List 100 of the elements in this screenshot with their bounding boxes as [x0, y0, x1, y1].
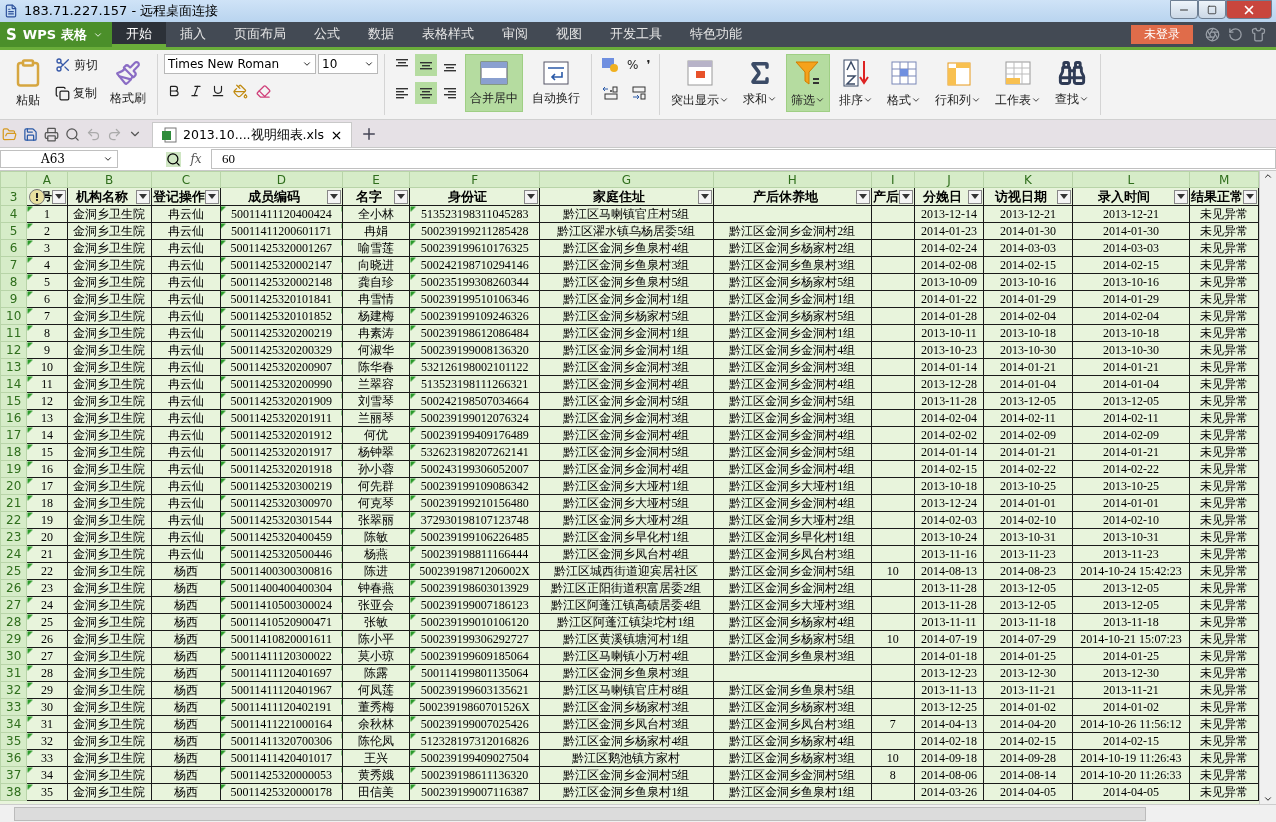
- zoom-search-icon[interactable]: [166, 151, 181, 167]
- column-header: 访视日期: [995, 189, 1047, 204]
- filter-dropdown-button[interactable]: [968, 189, 983, 204]
- filter-dropdown-button[interactable]: [524, 189, 539, 204]
- menu-tab[interactable]: 页面布局: [220, 22, 300, 47]
- function-button[interactable]: fx: [185, 152, 207, 166]
- column-header: 产后休养地: [752, 189, 818, 204]
- column-header: 登记操作: [152, 189, 205, 204]
- column-letter[interactable]: M: [1189, 171, 1259, 188]
- menu-tab[interactable]: 开始: [112, 22, 166, 47]
- app-menu-button[interactable]: S WPS 表格: [0, 22, 112, 47]
- align-button[interactable]: [415, 82, 437, 104]
- filter-dropdown-button[interactable]: [135, 189, 150, 204]
- filter-dropdown-button[interactable]: [697, 189, 712, 204]
- menu-tab[interactable]: 开发工具: [596, 22, 676, 47]
- column-letter[interactable]: D: [220, 171, 343, 188]
- merge-center-button[interactable]: 合并居中: [465, 54, 523, 112]
- column-letter[interactable]: A: [26, 171, 68, 188]
- ribbon-tool-button[interactable]: 排序: [834, 54, 879, 112]
- paste-button[interactable]: 粘贴: [8, 54, 48, 112]
- increase-decimal-icon: [601, 85, 621, 101]
- menu-tab[interactable]: 审阅: [488, 22, 542, 47]
- align-button[interactable]: [415, 54, 437, 76]
- filter-dropdown-button[interactable]: [1174, 189, 1189, 204]
- column-header: 成员编码: [248, 189, 301, 204]
- shirt-icon[interactable]: [1251, 27, 1266, 42]
- scroll-down-icon[interactable]: [1263, 794, 1274, 804]
- column-letter[interactable]: C: [151, 171, 221, 188]
- column-letter[interactable]: E: [342, 171, 410, 188]
- underline-icon: [211, 84, 225, 98]
- document-tab[interactable]: 2013.10....视明细表.xls: [152, 122, 352, 147]
- caret-icon: [1031, 95, 1042, 105]
- triangle-down-icon: [700, 194, 709, 199]
- close-button[interactable]: [1226, 0, 1272, 19]
- paintbrush-icon: [115, 59, 141, 86]
- comma-style-button[interactable]: ❜: [643, 54, 654, 76]
- column-letter[interactable]: J: [914, 171, 984, 188]
- formula-input[interactable]: 60: [211, 149, 1276, 169]
- vertical-scrollbar[interactable]: [1259, 171, 1276, 804]
- login-button[interactable]: 未登录: [1131, 25, 1193, 44]
- ribbon-tool-button[interactable]: 筛选: [786, 54, 831, 112]
- aperture-icon[interactable]: [1205, 27, 1220, 42]
- column-letter[interactable]: I: [871, 171, 915, 188]
- triangle-down-icon: [329, 194, 338, 199]
- printer-icon[interactable]: [44, 126, 59, 142]
- column-letter[interactable]: H: [713, 171, 872, 188]
- save-icon[interactable]: [23, 126, 38, 142]
- merge-cells-icon: [479, 59, 509, 86]
- filter-dropdown-button[interactable]: [204, 189, 219, 204]
- print-preview-icon[interactable]: [65, 126, 80, 142]
- column-letter[interactable]: L: [1072, 171, 1190, 188]
- menu-tab[interactable]: 公式: [300, 22, 354, 47]
- ribbon-tool-button[interactable]: 查找: [1050, 54, 1095, 112]
- refresh-icon[interactable]: [1228, 27, 1243, 42]
- paint-bucket-icon: [233, 83, 248, 99]
- copy-button[interactable]: 复制: [52, 82, 101, 104]
- column-letter[interactable]: G: [539, 171, 714, 188]
- triangle-down-icon: [971, 194, 980, 199]
- percent-button[interactable]: %: [624, 54, 642, 76]
- minimize-button[interactable]: [1170, 0, 1198, 19]
- horizontal-scrollbar[interactable]: [0, 804, 1276, 822]
- filter-dropdown-button[interactable]: [51, 189, 66, 204]
- filter-dropdown-button[interactable]: [1243, 189, 1258, 204]
- filter-dropdown-button[interactable]: [326, 189, 341, 204]
- menu-tab[interactable]: 数据: [354, 22, 408, 47]
- name-box[interactable]: A63: [0, 150, 118, 168]
- menu-tab[interactable]: 插入: [166, 22, 220, 47]
- menu-tab[interactable]: 特色功能: [676, 22, 756, 47]
- triangle-down-icon: [527, 194, 536, 199]
- font-name-dropdown[interactable]: Times New Roman: [164, 54, 316, 74]
- format-painter-button[interactable]: 格式刷: [105, 54, 151, 112]
- column-letter[interactable]: B: [67, 171, 152, 188]
- font-size-dropdown[interactable]: 10: [318, 54, 378, 74]
- ribbon-tool-button[interactable]: 工作表: [990, 54, 1047, 112]
- maximize-button[interactable]: [1198, 0, 1226, 19]
- ribbon-tool-button[interactable]: 格式: [882, 54, 927, 112]
- scroll-up-icon[interactable]: [1263, 171, 1274, 181]
- ribbon-tool-button[interactable]: 突出显示: [666, 54, 735, 112]
- column-header: 录入时间: [1097, 189, 1150, 204]
- cut-button[interactable]: 剪切: [52, 54, 101, 76]
- caret-icon: [815, 95, 826, 105]
- column-letter[interactable]: F: [409, 171, 540, 188]
- filter-dropdown-button[interactable]: [898, 189, 913, 204]
- triangle-down-icon: [1177, 194, 1186, 199]
- triangle-down-icon: [397, 194, 406, 199]
- caret-icon: [302, 59, 312, 69]
- filter-dropdown-button[interactable]: [1056, 189, 1071, 204]
- ribbon-tool-button[interactable]: 求和: [738, 54, 783, 112]
- filter-dropdown-button[interactable]: [855, 189, 870, 204]
- ribbon-tool-button[interactable]: 行和列: [930, 54, 987, 112]
- column-header: 机构名称: [76, 189, 129, 204]
- menu-tab[interactable]: 视图: [542, 22, 596, 47]
- spreadsheet-file-icon: [161, 127, 177, 143]
- caret-icon: [1079, 94, 1090, 104]
- menu-tab[interactable]: 表格样式: [408, 22, 488, 47]
- column-letter[interactable]: K: [983, 171, 1073, 188]
- column-header: 结果正常: [1191, 189, 1244, 204]
- filter-dropdown-button[interactable]: [394, 189, 409, 204]
- wrap-text-button[interactable]: 自动换行: [527, 54, 585, 112]
- triangle-down-icon: [138, 194, 147, 199]
